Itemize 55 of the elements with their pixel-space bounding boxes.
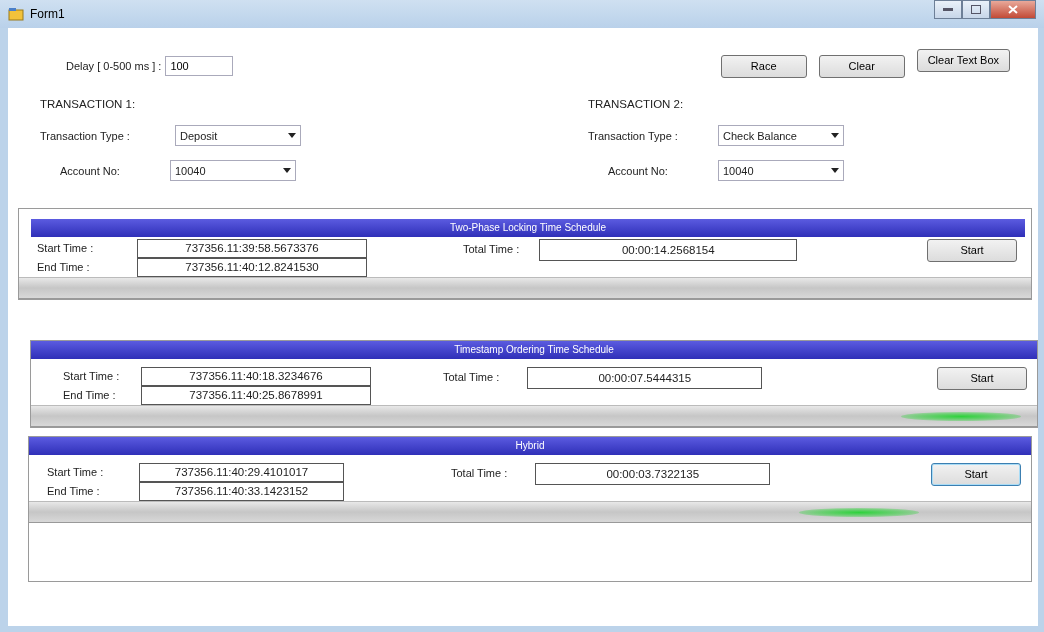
start-time-field: 737356.11:40:18.3234676	[141, 367, 371, 386]
transaction-type-value: Check Balance	[723, 128, 798, 144]
transaction-type-label: Transaction Type :	[588, 128, 679, 144]
window-title: Form1	[30, 6, 65, 23]
start-time-label: Start Time :	[36, 241, 95, 257]
total-time-label: Total Time :	[463, 242, 520, 257]
close-icon	[1008, 5, 1018, 14]
end-time-field: 737356.11:40:12.8241530	[137, 258, 367, 277]
account-number-dropdown[interactable]: 10040	[718, 160, 844, 182]
section-heading: TRANSACTION 2:	[588, 97, 685, 112]
account-number-label: Account No:	[60, 163, 121, 179]
start-button[interactable]: Start	[927, 239, 1017, 262]
account-number-label: Account No:	[608, 163, 669, 179]
minimize-icon	[943, 7, 953, 12]
end-time-label: End Time :	[46, 484, 101, 500]
transaction-type-dropdown[interactable]: Deposit	[175, 125, 301, 147]
start-button[interactable]: Start	[931, 463, 1021, 486]
panel-header: Two-Phase Locking Time Schedule	[31, 219, 1025, 237]
dropdown-arrow-icon	[283, 168, 291, 174]
start-time-field: 737356.11:39:58.5673376	[137, 239, 367, 258]
account-number-dropdown[interactable]: 10040	[170, 160, 296, 182]
end-time-label: End Time :	[62, 388, 117, 404]
account-number-value: 10040	[175, 163, 207, 179]
end-time-label: End Time :	[36, 260, 91, 276]
transaction-type-label: Transaction Type :	[40, 128, 131, 144]
total-time-field: 00:00:07.5444315	[527, 367, 763, 389]
panel-header: Timestamp Ordering Time Schedule	[31, 341, 1037, 359]
dropdown-arrow-icon	[288, 133, 296, 139]
transaction-type-value: Deposit	[180, 128, 219, 144]
clear-button[interactable]: Clear	[818, 54, 905, 78]
total-time-field: 00:00:03.7322135	[535, 463, 771, 485]
transaction-type-dropdown[interactable]: Check Balance	[718, 125, 844, 147]
end-time-field: 737356.11:40:33.1423152	[139, 482, 344, 501]
dropdown-arrow-icon	[831, 168, 839, 174]
account-number-value: 10040	[723, 163, 755, 179]
end-time-field: 737356.11:40:25.8678991	[141, 386, 371, 405]
maximize-button[interactable]	[962, 0, 990, 19]
clear-text-box-button[interactable]: Clear Text Box	[916, 48, 1010, 72]
start-time-label: Start Time :	[62, 369, 121, 385]
race-button[interactable]: Race	[720, 54, 807, 78]
start-time-label: Start Time :	[46, 465, 105, 481]
total-time-label: Total Time :	[451, 466, 508, 481]
total-time-label: Total Time :	[443, 370, 500, 385]
delay-field[interactable]: 100	[165, 56, 234, 76]
start-button[interactable]: Start	[937, 367, 1027, 390]
total-time-field: 00:00:14.2568154	[539, 239, 798, 261]
dropdown-arrow-icon	[831, 133, 839, 139]
delay-label: Delay [ 0-500 ms ] :	[66, 58, 162, 74]
app-icon	[8, 7, 24, 21]
close-button[interactable]	[990, 0, 1036, 19]
minimize-button[interactable]	[934, 0, 962, 19]
maximize-icon	[971, 5, 981, 14]
panel-header: Hybrid	[29, 437, 1031, 455]
start-time-field: 737356.11:40:29.4101017	[139, 463, 344, 482]
section-heading: TRANSACTION 1:	[40, 97, 137, 112]
